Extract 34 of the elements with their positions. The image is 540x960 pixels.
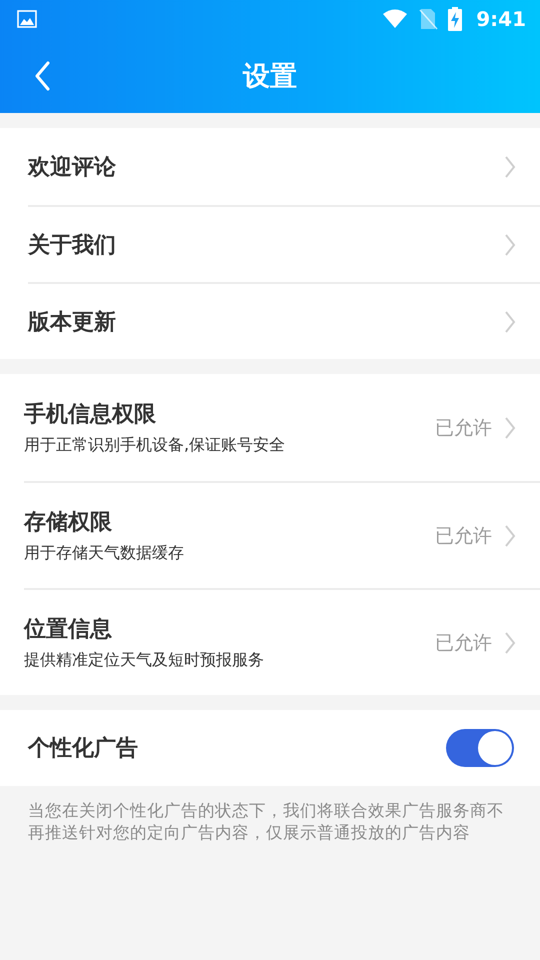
settings-row[interactable]: 手机信息权限 用于正常识别手机设备,保证账号安全 已允许 <box>24 374 540 481</box>
ad-notice: 当您在关闭个性化广告的状态下，我们将联合效果广告服务商不再推送针对您的定向广告内容，仅展示普通投放的广告内容 <box>28 800 505 844</box>
settings-row[interactable]: 存储权限 用于存储天气数据缓存 已允许 <box>24 481 540 588</box>
page-title: 设置 <box>243 60 297 94</box>
row-description: 提供精准定位天气及短时预报服务 <box>24 650 265 671</box>
chevron-icon <box>504 232 516 256</box>
settings-row[interactable]: 位置信息 提供精准定位天气及短时预报服务 已允许 <box>24 588 540 695</box>
image-icon <box>17 10 37 28</box>
chevron-icon <box>504 310 516 334</box>
wifi-icon <box>382 9 408 29</box>
row-title: 欢迎评论 <box>28 154 117 182</box>
row-title: 存储权限 <box>24 509 113 537</box>
toggle-switch[interactable] <box>446 729 514 767</box>
chevron-icon <box>504 154 516 178</box>
row-title: 版本更新 <box>28 308 117 336</box>
chevron-icon <box>504 416 516 440</box>
status-time: 9:41 <box>476 7 526 31</box>
row-description: 用于正常识别手机设备,保证账号安全 <box>24 435 286 456</box>
back-icon <box>34 61 50 91</box>
row-title: 手机信息权限 <box>24 401 157 429</box>
permission-status: 已允许 <box>435 524 492 548</box>
chevron-icon <box>504 630 516 654</box>
row-title: 关于我们 <box>28 232 117 260</box>
chevron-icon <box>504 524 516 548</box>
settings-row[interactable]: 版本更新 <box>28 282 540 359</box>
row-title: 个性化广告 <box>28 735 138 763</box>
no-sim-icon <box>418 8 438 30</box>
permission-status: 已允许 <box>435 416 492 440</box>
settings-row[interactable]: 欢迎评论 <box>28 128 540 205</box>
permission-status: 已允许 <box>435 630 492 656</box>
row-description: 用于存储天气数据缓存 <box>24 543 185 564</box>
battery-charging-icon <box>448 7 462 31</box>
row-title: 位置信息 <box>24 616 113 644</box>
settings-row[interactable]: 关于我们 <box>28 205 540 282</box>
